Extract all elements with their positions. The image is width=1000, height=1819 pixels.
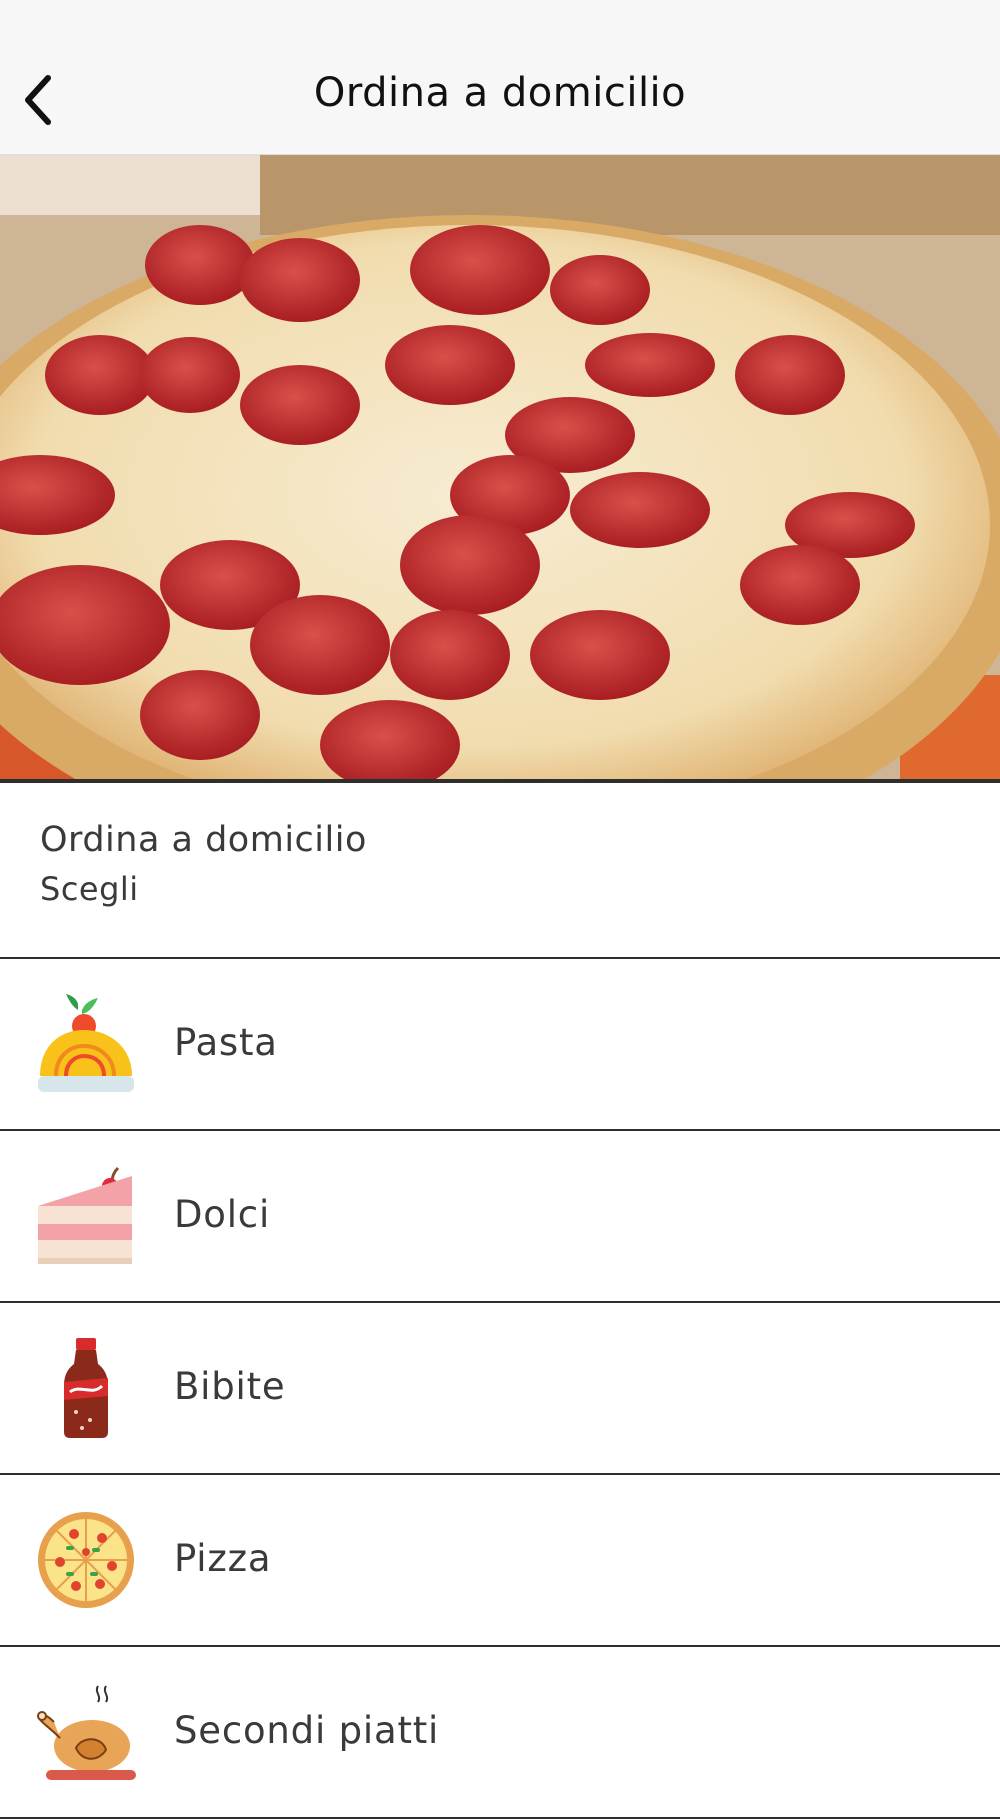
intro-section: Ordina a domicilio Scegli bbox=[0, 782, 1000, 959]
app-header: Ordina a domicilio bbox=[0, 0, 1000, 155]
category-item-dolci[interactable]: Dolci bbox=[0, 1131, 1000, 1303]
category-label: Pizza bbox=[174, 1537, 272, 1580]
category-item-bibite[interactable]: Bibite bbox=[0, 1303, 1000, 1475]
hero-image bbox=[0, 155, 1000, 783]
soda-bottle-icon bbox=[64, 1338, 108, 1438]
category-label: Secondi piatti bbox=[174, 1709, 440, 1752]
category-item-pizza[interactable]: Pizza bbox=[0, 1475, 1000, 1647]
category-label: Dolci bbox=[174, 1193, 271, 1236]
category-item-pasta[interactable]: Pasta bbox=[0, 959, 1000, 1131]
category-label: Bibite bbox=[174, 1365, 286, 1408]
cake-icon bbox=[38, 1166, 132, 1264]
category-label: Pasta bbox=[174, 1021, 278, 1064]
category-list: Pasta Dolci Bibite Pizza Secondi piatti bbox=[0, 959, 1000, 1819]
pizza-icon bbox=[38, 1512, 134, 1608]
roast-chicken-icon bbox=[36, 1685, 136, 1780]
pasta-icon bbox=[38, 994, 134, 1092]
category-item-secondi-piatti[interactable]: Secondi piatti bbox=[0, 1647, 1000, 1819]
section-title: Ordina a domicilio bbox=[40, 820, 367, 860]
page-title: Ordina a domicilio bbox=[313, 70, 687, 116]
section-subtitle: Scegli bbox=[40, 870, 139, 908]
